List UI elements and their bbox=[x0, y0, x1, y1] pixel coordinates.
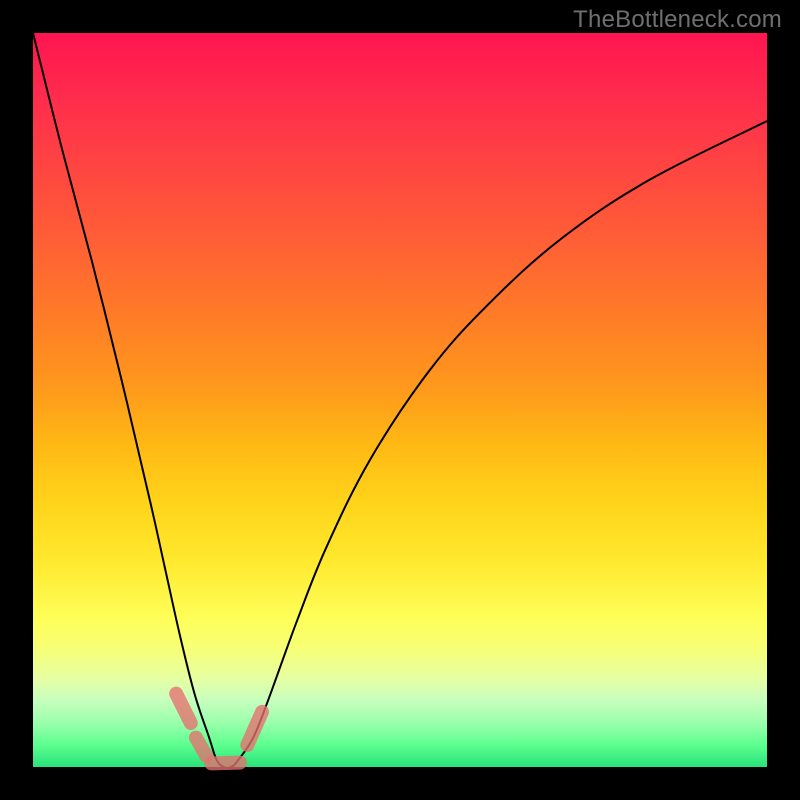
highlight-band-segment bbox=[196, 738, 206, 756]
highlight-band-segment bbox=[247, 712, 262, 745]
watermark-label: TheBottleneck.com bbox=[573, 6, 782, 34]
highlight-band-segment bbox=[211, 763, 240, 764]
highlight-band-group bbox=[176, 694, 262, 764]
bottleneck-curve bbox=[33, 33, 767, 768]
chart-svg bbox=[33, 33, 767, 767]
chart-frame: TheBottleneck.com bbox=[0, 0, 800, 800]
highlight-band-segment bbox=[176, 694, 191, 723]
